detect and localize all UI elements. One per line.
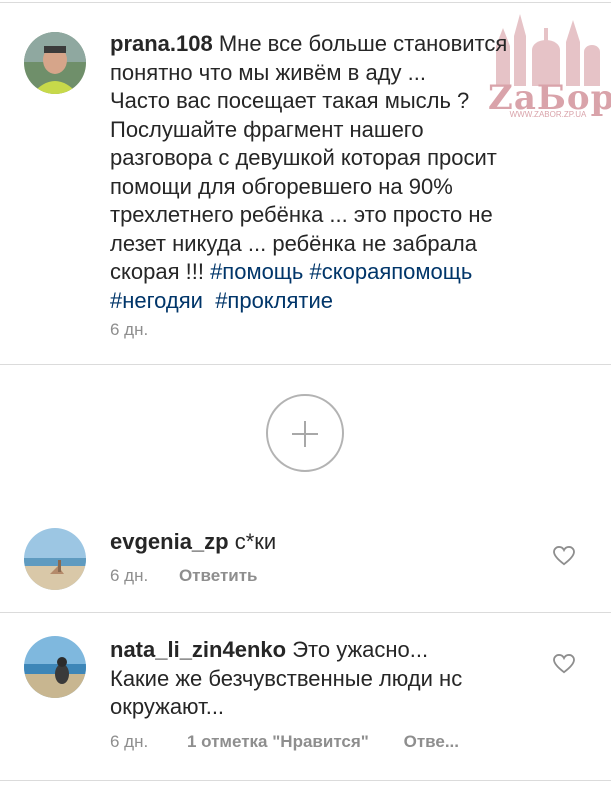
comment-username[interactable]: evgenia_zp: [110, 529, 229, 554]
reply-button[interactable]: Ответить: [179, 566, 258, 586]
caption-line: помощи для обгоревшего на 90%: [110, 173, 453, 199]
comment-avatar[interactable]: [24, 528, 86, 590]
comment-divider: [0, 612, 611, 613]
comment-body: Это ужасно...: [292, 637, 429, 662]
plus-circle-icon-stroke: [304, 421, 306, 447]
comment-meta: 6 дн. Ответить: [110, 566, 258, 586]
load-more-comments-button[interactable]: [266, 394, 344, 472]
top-divider: [0, 2, 611, 3]
comment-body: Какие же безчувственные люди нс: [110, 665, 463, 691]
hashtag-link[interactable]: #проклятие: [215, 288, 333, 313]
caption-line: скорая !!!: [110, 259, 211, 284]
post-timestamp: 6 дн.: [110, 320, 149, 339]
post-caption: prana.108 Мне все больше становится поня…: [110, 30, 550, 315]
heart-icon[interactable]: [553, 546, 575, 566]
caption-line: лезет никуда ... ребёнка не забрала: [110, 230, 477, 256]
comment-text: nata_li_zin4enko Это ужасно... Какие же …: [110, 636, 530, 722]
comment-timestamp: 6 дн.: [110, 566, 149, 585]
caption-line: Послушайте фрагмент нашего: [110, 116, 424, 142]
caption-line: Часто вас посещает такая мысль ?: [110, 88, 470, 113]
likes-count-link[interactable]: 1 отметка "Нравится": [187, 732, 369, 752]
post-divider: [0, 364, 611, 365]
heart-icon[interactable]: [553, 654, 575, 674]
caption-line: разговора с девушкой которая просит: [110, 145, 497, 170]
comment-text: evgenia_zp с*ки: [110, 528, 530, 557]
comment-avatar[interactable]: [24, 636, 86, 698]
caption-line: Мне все больше становится: [218, 31, 508, 56]
hashtag-link[interactable]: #помощь: [210, 259, 303, 284]
caption-line: трехлетнего ребёнка ... это просто не: [110, 202, 493, 227]
bottom-divider: [0, 780, 611, 781]
post-meta: 6 дн.: [110, 320, 148, 340]
reply-button[interactable]: Отве...: [404, 732, 459, 752]
comment-body: окружают...: [110, 694, 225, 719]
caption-line: понятно что мы живём в аду ...: [110, 59, 426, 85]
post-author-username[interactable]: prana.108: [110, 31, 213, 56]
hashtag-link[interactable]: #негодяи: [110, 288, 203, 313]
comment-username[interactable]: nata_li_zin4enko: [110, 637, 286, 662]
comment-meta: 6 дн. 1 отметка "Нравится" Отве...: [110, 732, 459, 752]
comment-timestamp: 6 дн.: [110, 732, 149, 751]
hashtag-link[interactable]: #скораяпомощь: [310, 259, 473, 284]
post-author-avatar[interactable]: [24, 32, 86, 94]
comment-body: с*ки: [234, 529, 277, 554]
